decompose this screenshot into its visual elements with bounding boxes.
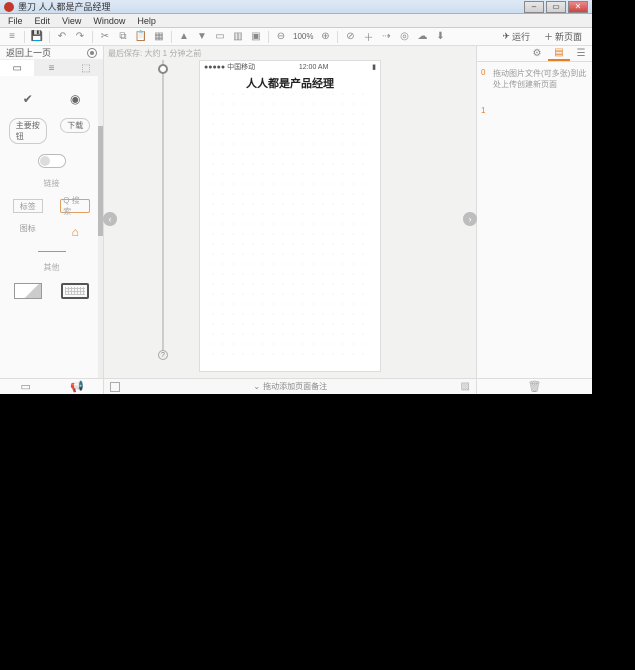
right-panel: ⚙ ▤ ☰ 0 拖动图片文件(可多张)到此处上传创建新页面 1 🗑: [476, 46, 592, 394]
window-title: 墨刀 人人都是产品经理: [18, 0, 524, 13]
drop-hint: 拖动图片文件(可多张)到此处上传创建新页面: [493, 68, 588, 90]
group-icon[interactable]: ▣: [248, 30, 264, 44]
right-tab-settings[interactable]: ⚙: [526, 46, 548, 61]
download-icon[interactable]: ⬇: [432, 30, 448, 44]
menu-view[interactable]: View: [56, 16, 87, 26]
menu-toggle-icon[interactable]: ≡: [4, 30, 20, 44]
widgets-list: ✔ ◉ 主要按钮 下载 链接 标签 Q 搜索 图标 ⌂: [0, 76, 103, 378]
delete-button[interactable]: 🗑: [477, 378, 592, 394]
widget-search[interactable]: Q 搜索: [56, 199, 94, 213]
cloud-icon[interactable]: ☁: [414, 30, 430, 44]
widget-icon-label[interactable]: 图标: [9, 223, 47, 241]
bring-front-icon[interactable]: ▲: [176, 30, 192, 44]
app-logo-icon: [4, 2, 14, 12]
search-box-icon: Q 搜索: [60, 199, 90, 213]
paste-icon[interactable]: 📋: [133, 30, 149, 44]
widget-home-icon[interactable]: ⌂: [56, 223, 94, 241]
close-button[interactable]: ✕: [568, 1, 588, 13]
send-back-icon[interactable]: ▼: [194, 30, 210, 44]
home-icon: ⌂: [60, 223, 90, 241]
canvas-grid[interactable]: [208, 89, 372, 363]
widgets-tab-layers[interactable]: ≡: [34, 60, 68, 76]
add-icon[interactable]: ＋: [360, 30, 376, 44]
zoom-in-icon[interactable]: ⊕: [317, 30, 333, 44]
chevron-down-icon[interactable]: ⌄: [253, 382, 260, 391]
zoom-out-icon[interactable]: ⊖: [273, 30, 289, 44]
next-page-button[interactable]: ›: [463, 212, 477, 226]
target-icon[interactable]: ◎: [396, 30, 412, 44]
distribute-icon[interactable]: ▥: [230, 30, 246, 44]
cut-icon[interactable]: ✂: [97, 30, 113, 44]
right-tab-list[interactable]: ☰: [570, 46, 592, 61]
trash-icon: 🗑: [528, 380, 542, 393]
toolbar: ≡ 💾 ↶ ↷ ✂ ⧉ 📋 ▦ ▲ ▼ ▭ ▥ ▣ ⊖ 100% ⊕ ⊘ ＋ ⇢…: [0, 28, 592, 46]
line-icon: [38, 251, 66, 252]
widgets-scrollbar[interactable]: [98, 76, 103, 378]
save-info: 最后保存: 大约 1 分钟之前: [104, 46, 476, 60]
slider-knob-top[interactable]: [158, 64, 168, 74]
minimize-button[interactable]: –: [524, 1, 544, 13]
left-panel: 返回上一页 ▭ ≡ ⬚ ✔ ◉ 主要按钮 下载 链接: [0, 46, 104, 394]
prev-page-button[interactable]: ‹: [103, 212, 117, 226]
titlebar: 墨刀 人人都是产品经理 – ▭ ✕: [0, 0, 592, 14]
widget-line[interactable]: [33, 251, 71, 252]
menu-edit[interactable]: Edit: [29, 16, 57, 26]
run-button[interactable]: ✈运行: [496, 30, 536, 44]
status-battery-icon: ▮: [372, 63, 376, 71]
save-icon[interactable]: 💾: [29, 30, 45, 44]
widgets-tab-components[interactable]: ▭: [0, 60, 34, 76]
keyboard-icon: [61, 283, 89, 299]
section-other: 其他: [4, 262, 99, 273]
image-icon: [14, 283, 42, 299]
menubar: File Edit View Window Help: [0, 14, 592, 28]
badge-count-1: 1: [481, 106, 485, 115]
left-footer-card-icon[interactable]: ▭: [0, 379, 52, 394]
radio-icon: ◉: [60, 90, 90, 108]
duplicate-icon[interactable]: ▦: [151, 30, 167, 44]
right-tab-pages[interactable]: ▤: [548, 46, 570, 61]
widget-tab[interactable]: 标签: [9, 199, 47, 213]
undo-icon[interactable]: ↶: [54, 30, 70, 44]
plus-icon: ＋: [544, 30, 553, 43]
slider-end-icon[interactable]: ?: [158, 350, 168, 360]
status-time: 12:00 AM: [299, 64, 329, 71]
maximize-button[interactable]: ▭: [546, 1, 566, 13]
widget-check[interactable]: ✔: [9, 90, 47, 108]
widgets-tab-assets[interactable]: ⬚: [69, 60, 103, 76]
widget-radio[interactable]: ◉: [56, 90, 94, 108]
device-frame[interactable]: ●●●●● 中国移动 12:00 AM ▮ 人人都是产品经理: [199, 60, 381, 372]
link-icon[interactable]: ⇢: [378, 30, 394, 44]
widget-toggle[interactable]: [33, 154, 71, 168]
new-page-button[interactable]: ＋新页面: [538, 30, 588, 44]
back-button[interactable]: 返回上一页: [6, 46, 51, 59]
widget-keyboard[interactable]: [56, 283, 94, 299]
align-icon[interactable]: ▭: [212, 30, 228, 44]
copy-icon[interactable]: ⧉: [115, 30, 131, 44]
check-icon: ✔: [13, 90, 43, 108]
widget-button-main[interactable]: 主要按钮: [9, 118, 47, 144]
height-slider[interactable]: ?: [156, 60, 170, 360]
badge-count-0: 0: [481, 68, 485, 77]
menu-help[interactable]: Help: [131, 16, 162, 26]
footer-note-label[interactable]: 拖动添加页面备注: [263, 381, 327, 392]
footer-checkbox[interactable]: [110, 382, 120, 392]
widget-button-next[interactable]: 下载: [56, 118, 94, 144]
record-icon[interactable]: [87, 48, 97, 58]
menu-file[interactable]: File: [2, 16, 29, 26]
left-footer-announce-icon[interactable]: 📢: [52, 379, 104, 394]
redo-icon[interactable]: ↷: [72, 30, 88, 44]
status-carrier: ●●●●● 中国移动: [204, 62, 255, 72]
section-link: 链接: [4, 178, 99, 189]
footer-image-icon[interactable]: ▨: [461, 381, 470, 392]
menu-window[interactable]: Window: [87, 16, 131, 26]
block-icon[interactable]: ⊘: [342, 30, 358, 44]
zoom-level[interactable]: 100%: [291, 32, 315, 41]
widget-image[interactable]: [9, 283, 47, 299]
canvas-area: 最后保存: 大约 1 分钟之前 ‹ ? ●●●●● 中国移动 12:00 AM …: [104, 46, 476, 394]
toggle-icon: [38, 154, 66, 168]
run-icon: ✈: [502, 31, 510, 42]
